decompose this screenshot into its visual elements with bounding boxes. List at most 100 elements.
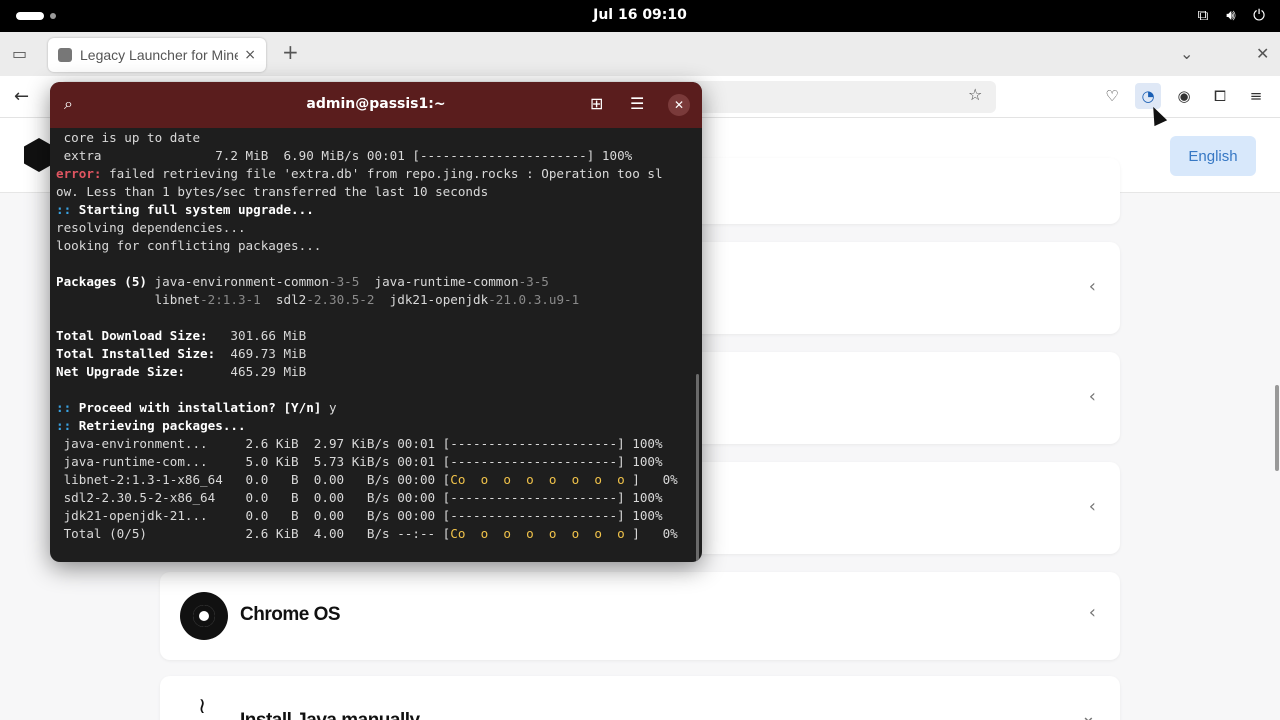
terminal-text: resolving dependencies... (56, 220, 246, 235)
page-scrollbar[interactable] (1275, 385, 1279, 471)
back-arrow-icon[interactable]: ← (14, 86, 29, 107)
terminal-line: libnet-2:1.3-1-x86_64 0.0 B 0.00 B/s 00:… (56, 471, 696, 489)
terminal-text: y (321, 400, 337, 415)
terminal-scrollbar[interactable] (696, 374, 699, 562)
terminal-text: Total (0/5) 2.6 KiB 4.00 B/s --:-- [ (56, 526, 451, 541)
terminal-line (56, 255, 696, 273)
terminal-line: java-runtime-com... 5.0 KiB 5.73 KiB/s 0… (56, 453, 696, 471)
terminal-output[interactable]: core is up to date extra 7.2 MiB 6.90 Mi… (56, 129, 696, 559)
browser-tab-strip: ▭ Legacy Launcher for Mine × + ⌄ ✕ (0, 32, 1280, 76)
terminal-text: Co o o o o o o o (450, 472, 633, 487)
chrome-logo-icon (180, 592, 228, 640)
chevron-down-icon[interactable]: ⌄ (1081, 706, 1096, 720)
new-tab-icon[interactable]: ⊞ (590, 94, 603, 113)
terminal-text: :: (56, 202, 72, 217)
browser-tab-active[interactable]: Legacy Launcher for Mine × (48, 38, 266, 72)
terminal-text: Packages (5) (56, 274, 147, 289)
terminal-text: java-environment... 2.6 KiB 2.97 KiB/s 0… (56, 436, 663, 451)
terminal-text: jdk21-openjdk-21... 0.0 B 0.00 B/s 00:00… (56, 508, 663, 523)
terminal-line: sdl2-2.30.5-2-x86_64 0.0 B 0.00 B/s 00:0… (56, 489, 696, 507)
terminal-text: libnet (56, 292, 201, 307)
terminal-text: looking for conflicting packages... (56, 238, 322, 253)
terminal-line: libnet-2:1.3-1 sdl2-2.30.5-2 jdk21-openj… (56, 291, 696, 309)
close-icon[interactable]: ✕ (668, 94, 690, 116)
terminal-text: Total Installed Size: (56, 346, 216, 361)
power-icon[interactable]: ⏻ (1250, 6, 1268, 24)
terminal-text: extra 7.2 MiB 6.90 MiB/s 00:01 [--------… (56, 148, 633, 163)
clock[interactable]: Jul 16 09:10 (0, 7, 1280, 23)
chevron-left-icon[interactable]: ‹ (1089, 276, 1096, 297)
terminal-line: extra 7.2 MiB 6.90 MiB/s 00:01 [--------… (56, 147, 696, 165)
terminal-line: :: Proceed with installation? [Y/n] y (56, 399, 696, 417)
terminal-text: :: (56, 400, 72, 415)
pocket-icon[interactable]: ♡ (1102, 86, 1122, 106)
new-tab-button[interactable]: + (282, 40, 299, 64)
tab-list-chevron-icon[interactable]: ⌄ (1180, 44, 1193, 63)
terminal-line: ow. Less than 1 bytes/sec transferred th… (56, 183, 696, 201)
terminal-line (56, 381, 696, 399)
network-icon[interactable]: ⧉ (1194, 6, 1212, 24)
terminal-text: 301.66 MiB (207, 328, 307, 343)
terminal-text: java-runtime-com... 5.0 KiB 5.73 KiB/s 0… (56, 454, 663, 469)
account-icon[interactable]: ◉ (1174, 86, 1194, 106)
window-close-icon[interactable]: ✕ (1256, 44, 1269, 63)
terminal-text: Proceed with installation? [Y/n] (71, 400, 322, 415)
terminal-text: :: (56, 418, 72, 433)
terminal-window[interactable]: ⌕ admin@passis1:~ ⊞ ☰ ✕ core is up to da… (50, 82, 702, 562)
terminal-text: java-environment-common (147, 274, 329, 289)
os-card-chrome-os[interactable]: Chrome OS ‹ (160, 572, 1120, 660)
java-logo-icon: ≀ (198, 694, 207, 719)
terminal-text: -2.30.5-2 (306, 292, 375, 307)
terminal-line: :: Starting full system upgrade... (56, 201, 696, 219)
language-button[interactable]: English (1170, 136, 1256, 176)
terminal-line (56, 309, 696, 327)
chevron-left-icon[interactable]: ‹ (1089, 496, 1096, 517)
terminal-line: error: failed retrieving file 'extra.db'… (56, 165, 696, 183)
terminal-line: Net Upgrade Size: 465.29 MiB (56, 363, 696, 381)
os-card-label: Chrome OS (240, 604, 341, 625)
terminal-text: sdl2-2.30.5-2-x86_64 0.0 B 0.00 B/s 00:0… (56, 490, 663, 505)
terminal-text: ] 0% (632, 472, 678, 487)
terminal-line: Packages (5) java-environment-common-3-5… (56, 273, 696, 291)
terminal-title: admin@passis1:~ (306, 96, 446, 112)
chevron-left-icon[interactable]: ‹ (1089, 602, 1096, 623)
system-top-bar: Jul 16 09:10 ⧉ 🔊︎ ⏻ (0, 0, 1280, 32)
terminal-line: java-environment... 2.6 KiB 2.97 KiB/s 0… (56, 435, 696, 453)
terminal-text: sdl2 (260, 292, 307, 307)
terminal-text: ow. Less than 1 bytes/sec transferred th… (56, 184, 489, 199)
hamburger-menu-icon[interactable]: ☰ (630, 94, 644, 113)
tab-overview-icon[interactable]: ▭ (12, 44, 27, 63)
terminal-text: Starting full system upgrade... (71, 202, 314, 217)
terminal-line: Total (0/5) 2.6 KiB 4.00 B/s --:-- [Co o… (56, 525, 696, 543)
terminal-text: 465.29 MiB (184, 364, 307, 379)
terminal-line: core is up to date (56, 129, 696, 147)
terminal-text: java-runtime-common (359, 274, 519, 289)
terminal-text: Net Upgrade Size: (56, 364, 185, 379)
terminal-line: :: Retrieving packages... (56, 417, 696, 435)
terminal-line: looking for conflicting packages... (56, 237, 696, 255)
volume-icon[interactable]: 🔊︎ (1222, 6, 1240, 24)
os-card-java-manual[interactable]: ≀ Install Java manually ⌄ (160, 676, 1120, 720)
app-menu-icon[interactable]: ≡ (1246, 86, 1266, 106)
terminal-text: libnet-2:1.3-1-x86_64 0.0 B 0.00 B/s 00:… (56, 472, 451, 487)
extensions-puzzle-icon[interactable]: ⧠ (1210, 86, 1230, 106)
terminal-line: Total Download Size: 301.66 MiB (56, 327, 696, 345)
terminal-header-bar[interactable]: ⌕ admin@passis1:~ ⊞ ☰ ✕ (50, 82, 702, 128)
terminal-text: error: (56, 166, 102, 181)
terminal-text: -21.0.3.u9-1 (488, 292, 580, 307)
terminal-line: Total Installed Size: 469.73 MiB (56, 345, 696, 363)
terminal-line: resolving dependencies... (56, 219, 696, 237)
terminal-text: ] 0% (632, 526, 678, 541)
chevron-left-icon[interactable]: ‹ (1089, 386, 1096, 407)
terminal-text: Co o o o o o o o (450, 526, 633, 541)
tab-close-icon[interactable]: × (244, 47, 256, 63)
tab-title: Legacy Launcher for Mine (80, 47, 239, 63)
terminal-text: 469.73 MiB (215, 346, 307, 361)
system-tray[interactable]: ⧉ 🔊︎ ⏻ (1194, 6, 1268, 24)
terminal-text: Retrieving packages... (71, 418, 246, 433)
os-card-label: Install Java manually (240, 710, 420, 720)
bookmark-star-icon[interactable]: ☆ (968, 85, 982, 104)
